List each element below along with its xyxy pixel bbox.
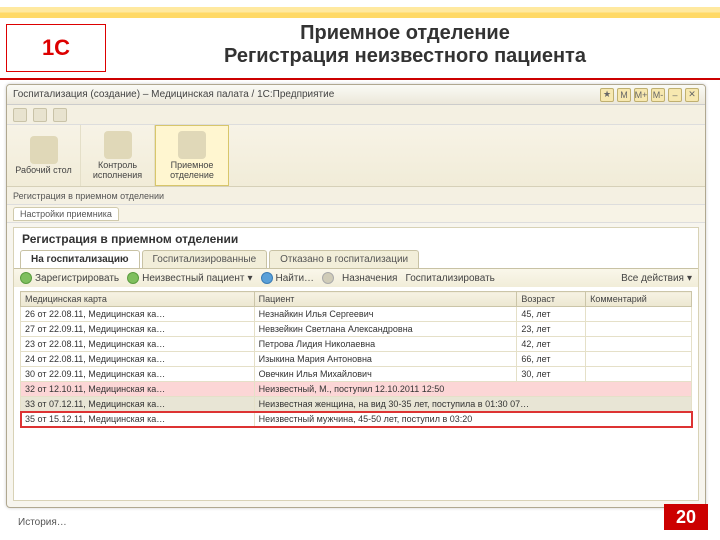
desktop-button[interactable]: Рабочий стол [7,125,81,186]
tab-hospitalization[interactable]: На госпитализацию [20,250,140,268]
action-bar: Зарегистрировать Неизвестный пациент ▾ Н… [14,268,698,287]
col-card[interactable]: Медицинская карта [21,292,255,307]
tab-refused[interactable]: Отказано в госпитализации [269,250,419,268]
table-row[interactable]: 26 от 22.08.11, Медицинская ка…Незнайкин… [21,307,692,322]
find-button[interactable]: Найти… [261,272,315,284]
table-row[interactable]: 35 от 15.12.11, Медицинская ка…Неизвестн… [21,412,692,427]
desktop-icon [30,136,58,164]
assignments-button[interactable]: Назначения [342,273,397,284]
mplus-button[interactable]: M+ [634,88,648,102]
tab-hospitalized[interactable]: Госпитализированные [142,250,268,268]
slide-number: 20 [664,504,708,530]
table-row[interactable]: 23 от 22.08.11, Медицинская ка…Петрова Л… [21,337,692,352]
table-row[interactable]: 27 от 22.09.11, Медицинская ка…Невзейкин… [21,322,692,337]
table-row[interactable]: 30 от 22.09.11, Медицинская ка…Овечкин И… [21,367,692,382]
patients-table[interactable]: Медицинская карта Пациент Возраст Коммен… [20,291,692,427]
history-link[interactable]: История… [18,517,67,528]
all-actions-button[interactable]: Все действия ▾ [621,273,692,284]
table-row[interactable]: 32 от 12.10.11, Медицинская ка…Неизвестн… [21,382,692,397]
col-age[interactable]: Возраст [517,292,586,307]
col-patient[interactable]: Пациент [254,292,517,307]
star-icon[interactable] [53,108,67,122]
settings-tab[interactable]: Настройки приемника [13,207,119,221]
subnav-item-reg[interactable]: Регистрация в приемном отделении [13,191,164,201]
col-comment[interactable]: Комментарий [586,292,692,307]
subnav-bar: Регистрация в приемном отделении [7,187,705,205]
nav-toolbar [7,105,705,125]
panel-title: Регистрация в приемном отделении [14,228,698,250]
mminus-button[interactable]: M- [651,88,665,102]
page-title: Приемное отделение Регистрация неизвестн… [110,22,700,68]
logo-text: 1C [42,35,70,61]
control-button[interactable]: Контроль исполнения [81,125,155,186]
window-titlebar: Госпитализация (создание) – Медицинская … [7,85,705,105]
close-button[interactable]: ✕ [685,88,699,102]
admission-button[interactable]: Приемное отделение [155,125,229,186]
window-title-text: Госпитализация (создание) – Медицинская … [13,89,334,100]
control-icon [104,131,132,159]
brand-logo: 1C [0,22,110,74]
m-button[interactable]: M [617,88,631,102]
main-panel: Регистрация в приемном отделении На госп… [13,227,699,501]
refresh-icon[interactable] [322,272,334,284]
forward-icon[interactable] [33,108,47,122]
hospitalize-button[interactable]: Госпитализировать [405,273,494,284]
admission-icon [178,131,206,159]
table-row[interactable]: 24 от 22.08.11, Медицинская ка…Изыкина М… [21,352,692,367]
fav-icon[interactable]: ★ [600,88,614,102]
unknown-patient-button[interactable]: Неизвестный пациент ▾ [127,272,252,284]
minimize-button[interactable]: – [668,88,682,102]
back-icon[interactable] [13,108,27,122]
search-icon [261,272,273,284]
app-window: Госпитализация (создание) – Медицинская … [6,84,706,508]
register-button[interactable]: Зарегистрировать [20,272,119,284]
table-row[interactable]: 33 от 07.12.11, Медицинская ка…Неизвестн… [21,397,692,412]
